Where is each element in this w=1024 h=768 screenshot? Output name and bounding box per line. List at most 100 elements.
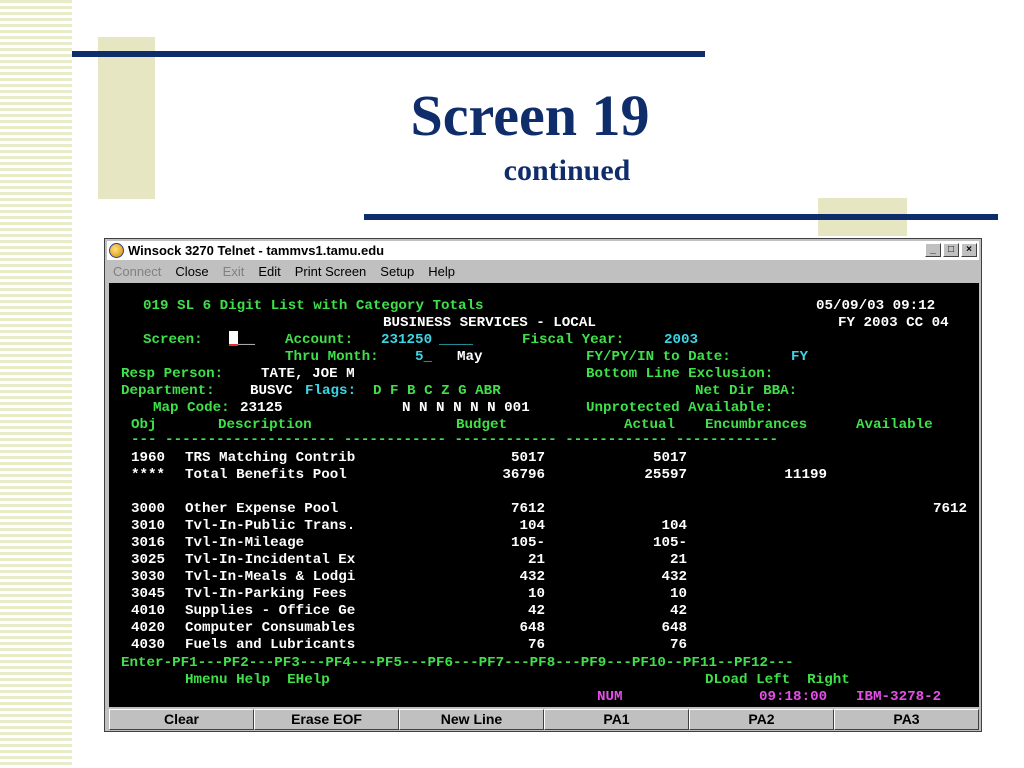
fiscal-year-label: Fiscal Year: <box>522 332 625 348</box>
pf-key-line: Enter-PF1---PF2---PF3---PF4---PF5---PF6-… <box>121 655 794 671</box>
close-button[interactable]: × <box>961 243 977 257</box>
cell-desc: Tvl-In-Parking Fees <box>185 586 347 602</box>
maximize-button[interactable]: □ <box>943 243 959 257</box>
status-num: NUM <box>597 689 623 705</box>
cell-enc <box>721 450 827 467</box>
cell-actual: 432 <box>661 569 687 585</box>
cell-budget: 10 <box>527 586 545 602</box>
menu-edit[interactable]: Edit <box>258 264 280 279</box>
col-available: Available <box>856 417 933 433</box>
cell-enc <box>721 620 827 637</box>
cell-budget: 432 <box>519 569 545 585</box>
department-label: Department: <box>121 383 215 399</box>
cell-actual: 5017 <box>652 450 687 466</box>
resp-person-value: TATE, JOE M <box>261 366 355 382</box>
menu-setup[interactable]: Setup <box>380 264 414 279</box>
menu-help[interactable]: Help <box>428 264 455 279</box>
cell-desc: Tvl-In-Mileage <box>185 535 305 551</box>
rule-top <box>72 51 705 57</box>
window-controls: _ □ × <box>925 243 977 257</box>
clear-key[interactable]: Clear <box>109 709 254 730</box>
window-title: Winsock 3270 Telnet - tammvs1.tamu.edu <box>128 243 385 258</box>
cell-budget: 104 <box>519 518 545 534</box>
cell-avail <box>861 518 967 535</box>
pa3-key[interactable]: PA3 <box>834 709 979 730</box>
minimize-button[interactable]: _ <box>925 243 941 257</box>
cell-obj: 3016 <box>131 535 166 551</box>
window-titlebar[interactable]: Winsock 3270 Telnet - tammvs1.tamu.edu _… <box>107 241 979 260</box>
flags-letters: D F B C Z G ABR <box>373 383 501 399</box>
cell-budget: 7612 <box>510 501 545 517</box>
cell-enc <box>721 603 827 620</box>
cell-avail <box>861 535 967 552</box>
pa1-key[interactable]: PA1 <box>544 709 689 730</box>
cell-enc: 11199 <box>784 467 827 483</box>
report-title: 019 SL 6 Digit List with Category Totals <box>143 298 484 314</box>
cell-actual: 21 <box>669 552 687 568</box>
cell-obj <box>131 484 176 501</box>
cell-actual: 25597 <box>644 467 687 483</box>
thru-month-input[interactable]: 5_ <box>415 349 432 366</box>
cell-desc: Fuels and Lubricants <box>185 637 356 653</box>
column-separator: --- -------------------- ------------ --… <box>131 432 779 448</box>
pf-labels-right: DLoad Left Right <box>705 672 850 688</box>
cell-obj: 3000 <box>131 501 166 517</box>
pf-labels-left: Hmenu Help EHelp <box>185 672 330 688</box>
terminal-screen[interactable]: 019 SL 6 Digit List with Category Totals… <box>109 283 979 707</box>
cell-actual: 10 <box>669 586 687 602</box>
cell-enc <box>721 484 827 501</box>
pa2-key[interactable]: PA2 <box>689 709 834 730</box>
cell-obj: **** <box>131 467 166 483</box>
decorative-stripes <box>0 0 72 768</box>
new-line-key[interactable]: New Line <box>399 709 544 730</box>
screen-input[interactable]: __ <box>229 330 255 349</box>
to-date-input[interactable]: FY <box>791 349 808 366</box>
cell-desc: Supplies - Office Ge <box>185 603 356 619</box>
report-datetime: 05/09/03 09:12 <box>816 298 936 314</box>
cell-enc <box>721 501 827 518</box>
cell-desc: Other Expense Pool <box>185 501 339 517</box>
department-value: BUSVC <box>250 383 293 399</box>
cell-obj: 4020 <box>131 620 166 636</box>
cell-obj: 3025 <box>131 552 166 568</box>
cell-actual: 42 <box>669 603 687 619</box>
menu-close[interactable]: Close <box>175 264 208 279</box>
menu-exit[interactable]: Exit <box>223 264 245 279</box>
unprotected-label: Unprotected Available: <box>586 400 774 416</box>
telnet-window: Winsock 3270 Telnet - tammvs1.tamu.edu _… <box>104 238 982 732</box>
cell-enc <box>721 569 827 586</box>
cell-desc: Tvl-In-Meals & Lodgi <box>185 569 356 585</box>
cell-budget <box>439 484 545 501</box>
slide-title: Screen 19 <box>410 83 650 148</box>
cell-budget: 105- <box>510 535 545 551</box>
bottom-line-label: Bottom Line Exclusion: <box>586 366 774 382</box>
cell-desc: Computer Consumables <box>185 620 356 636</box>
cell-obj: 4010 <box>131 603 166 619</box>
fiscal-year-input[interactable]: 2003 <box>664 332 698 349</box>
cell-obj: 4030 <box>131 637 166 653</box>
cell-obj: 3030 <box>131 569 166 585</box>
text-cursor <box>229 330 238 346</box>
resp-person-label: Resp Person: <box>121 366 224 382</box>
cell-avail <box>861 552 967 569</box>
cell-actual: 76 <box>669 637 687 653</box>
cell-desc: Tvl-In-Incidental Ex <box>185 552 356 568</box>
cell-obj: 3010 <box>131 518 166 534</box>
menu-connect[interactable]: Connect <box>113 264 161 279</box>
report-org: BUSINESS SERVICES - LOCAL <box>383 315 596 331</box>
menu-print-screen[interactable]: Print Screen <box>295 264 367 279</box>
cell-enc <box>721 535 827 552</box>
cell-avail <box>861 586 967 603</box>
map-code-label: Map Code: <box>153 400 230 416</box>
cell-avail <box>861 603 967 620</box>
erase-eof-key[interactable]: Erase EOF <box>254 709 399 730</box>
cell-obj: 1960 <box>131 450 166 466</box>
cell-enc <box>721 586 827 603</box>
cell-desc: Total Benefits Pool <box>185 467 347 483</box>
account-input[interactable]: 231250 <box>381 332 432 349</box>
winsock-app-icon[interactable] <box>109 243 124 258</box>
account-sub-input[interactable]: ____ <box>439 332 473 349</box>
cell-avail <box>861 484 967 501</box>
function-key-bar: Clear Erase EOF New Line PA1 PA2 PA3 <box>109 709 979 730</box>
cell-avail <box>861 637 967 654</box>
